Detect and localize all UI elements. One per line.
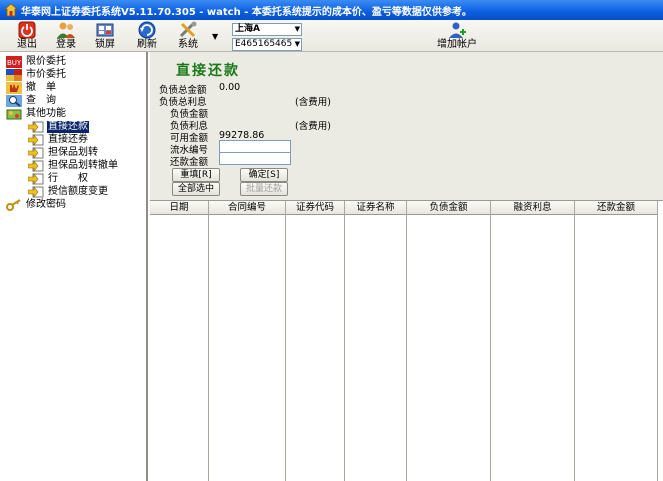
column-divider xyxy=(490,215,491,481)
tree-item-cancel[interactable]: 撤 单 xyxy=(6,81,57,94)
tree-item-exercise[interactable]: 行 权 xyxy=(28,172,89,185)
cancel-hand-icon xyxy=(6,81,22,94)
market-select[interactable]: 上海A ▼ xyxy=(232,23,302,36)
arrow-page-icon xyxy=(28,120,44,133)
system-button[interactable]: 系统 xyxy=(171,21,205,51)
buy-icon: BUY xyxy=(6,55,22,68)
arrow-page-icon xyxy=(28,159,44,172)
direct-repay-panel: 直接还款 负债总金额 0.00 负债总利息 (含费用) 负债金额 负债利息 (含… xyxy=(150,52,663,481)
column-divider xyxy=(574,215,575,481)
column-header[interactable]: 日期 xyxy=(150,201,209,215)
debt-table[interactable]: 日期 合同编号 证券代码 证券名称 负债金额 融资利息 还款金额 xyxy=(150,200,663,481)
refresh-icon xyxy=(138,21,156,39)
account-select-value: E465165465 xyxy=(235,39,293,49)
incl-fee-note: (含费用) xyxy=(295,97,331,108)
market-order-icon xyxy=(6,68,22,81)
reset-button[interactable]: 重填[R] xyxy=(172,168,220,182)
column-divider xyxy=(657,215,658,481)
svg-text:BUY: BUY xyxy=(7,59,22,67)
column-divider xyxy=(406,215,407,481)
lock-label: 锁屏 xyxy=(95,39,115,50)
exit-label: 退出 xyxy=(17,39,37,50)
lock-screen-icon xyxy=(96,23,114,37)
column-header[interactable]: 合同编号 xyxy=(209,201,286,215)
repay-amount-input[interactable] xyxy=(219,152,291,165)
system-dropdown-arrow-icon[interactable]: ▼ xyxy=(212,32,218,41)
tree-item-limit-order[interactable]: BUY 限价委托 xyxy=(6,55,67,68)
column-divider xyxy=(344,215,345,481)
add-user-icon xyxy=(449,22,466,38)
column-header[interactable]: 负债金额 xyxy=(407,201,491,215)
page-title: 直接还款 xyxy=(176,63,240,79)
column-header[interactable]: 融资利息 xyxy=(491,201,575,215)
app-icon xyxy=(4,3,18,17)
title-bar: 华泰网上证券委托系统V5.11.70.305 - watch - 本委托系统提示… xyxy=(0,0,663,20)
tree-item-credit-limit-change[interactable]: 授信额度变更 xyxy=(28,185,109,198)
incl-fee-note: (含费用) xyxy=(295,121,331,132)
toolbar: 退出 登录 锁屏 刷新 系统 ▼ 上海A ▼ E465165465 ▼ 增加帐户 xyxy=(0,20,663,52)
total-debt-value: 0.00 xyxy=(219,82,241,93)
function-tree: BUY 限价委托 市价委托 撤 单 查 询 其他功能 直接还款 直接还券 担保品… xyxy=(0,52,148,481)
chevron-down-icon: ▼ xyxy=(294,40,300,48)
key-icon xyxy=(6,198,21,211)
login-button[interactable]: 登录 xyxy=(49,21,83,51)
add-account-button[interactable]: 增加帐户 xyxy=(432,21,482,51)
arrow-page-icon xyxy=(28,185,44,198)
arrow-page-icon xyxy=(28,146,44,159)
add-account-label: 增加帐户 xyxy=(437,39,477,50)
tree-item-query[interactable]: 查 询 xyxy=(6,94,57,107)
tools-icon xyxy=(179,21,197,38)
market-select-value: 上海A xyxy=(235,24,260,34)
system-label: 系统 xyxy=(178,39,198,50)
table-header: 日期 合同编号 证券代码 证券名称 负债金额 融资利息 还款金额 xyxy=(150,201,658,215)
tree-item-market-order[interactable]: 市价委托 xyxy=(6,68,67,81)
power-icon xyxy=(18,21,36,39)
tree-item-collateral-transfer-cancel[interactable]: 担保品划转撤单 xyxy=(28,159,119,172)
column-header[interactable]: 还款金额 xyxy=(575,201,658,215)
refresh-label: 刷新 xyxy=(137,39,157,50)
arrow-page-icon xyxy=(28,133,44,146)
column-divider xyxy=(208,215,209,481)
tree-item-other-functions[interactable]: 其他功能 xyxy=(6,107,67,120)
chevron-down-icon: ▼ xyxy=(294,25,300,33)
exit-button[interactable]: 退出 xyxy=(10,21,44,51)
select-all-button[interactable]: 全部选中 xyxy=(172,182,220,196)
batch-repay-button: 批量还款 xyxy=(240,182,288,196)
other-functions-icon xyxy=(6,109,22,119)
query-magnifier-icon xyxy=(6,94,22,107)
tree-item-change-password[interactable]: 修改密码 xyxy=(6,198,67,211)
users-icon xyxy=(57,22,75,38)
arrow-page-icon xyxy=(28,172,44,185)
account-select[interactable]: E465165465 ▼ xyxy=(232,38,302,51)
repay-amount-label: 还款金额 xyxy=(170,157,209,168)
tree-item-collateral-transfer[interactable]: 担保品划转 xyxy=(28,146,99,159)
column-divider xyxy=(285,215,286,481)
confirm-button[interactable]: 确定[S] xyxy=(240,168,288,182)
column-header[interactable]: 证券名称 xyxy=(345,201,407,215)
tree-item-direct-return-securities[interactable]: 直接还券 xyxy=(28,133,89,146)
login-label: 登录 xyxy=(56,39,76,50)
lock-screen-button[interactable]: 锁屏 xyxy=(88,21,122,51)
tree-item-direct-repay[interactable]: 直接还款 xyxy=(28,120,89,133)
refresh-button[interactable]: 刷新 xyxy=(130,21,164,51)
column-header[interactable]: 证券代码 xyxy=(286,201,345,215)
window-title: 华泰网上证券委托系统V5.11.70.305 - watch - 本委托系统提示… xyxy=(21,6,472,18)
